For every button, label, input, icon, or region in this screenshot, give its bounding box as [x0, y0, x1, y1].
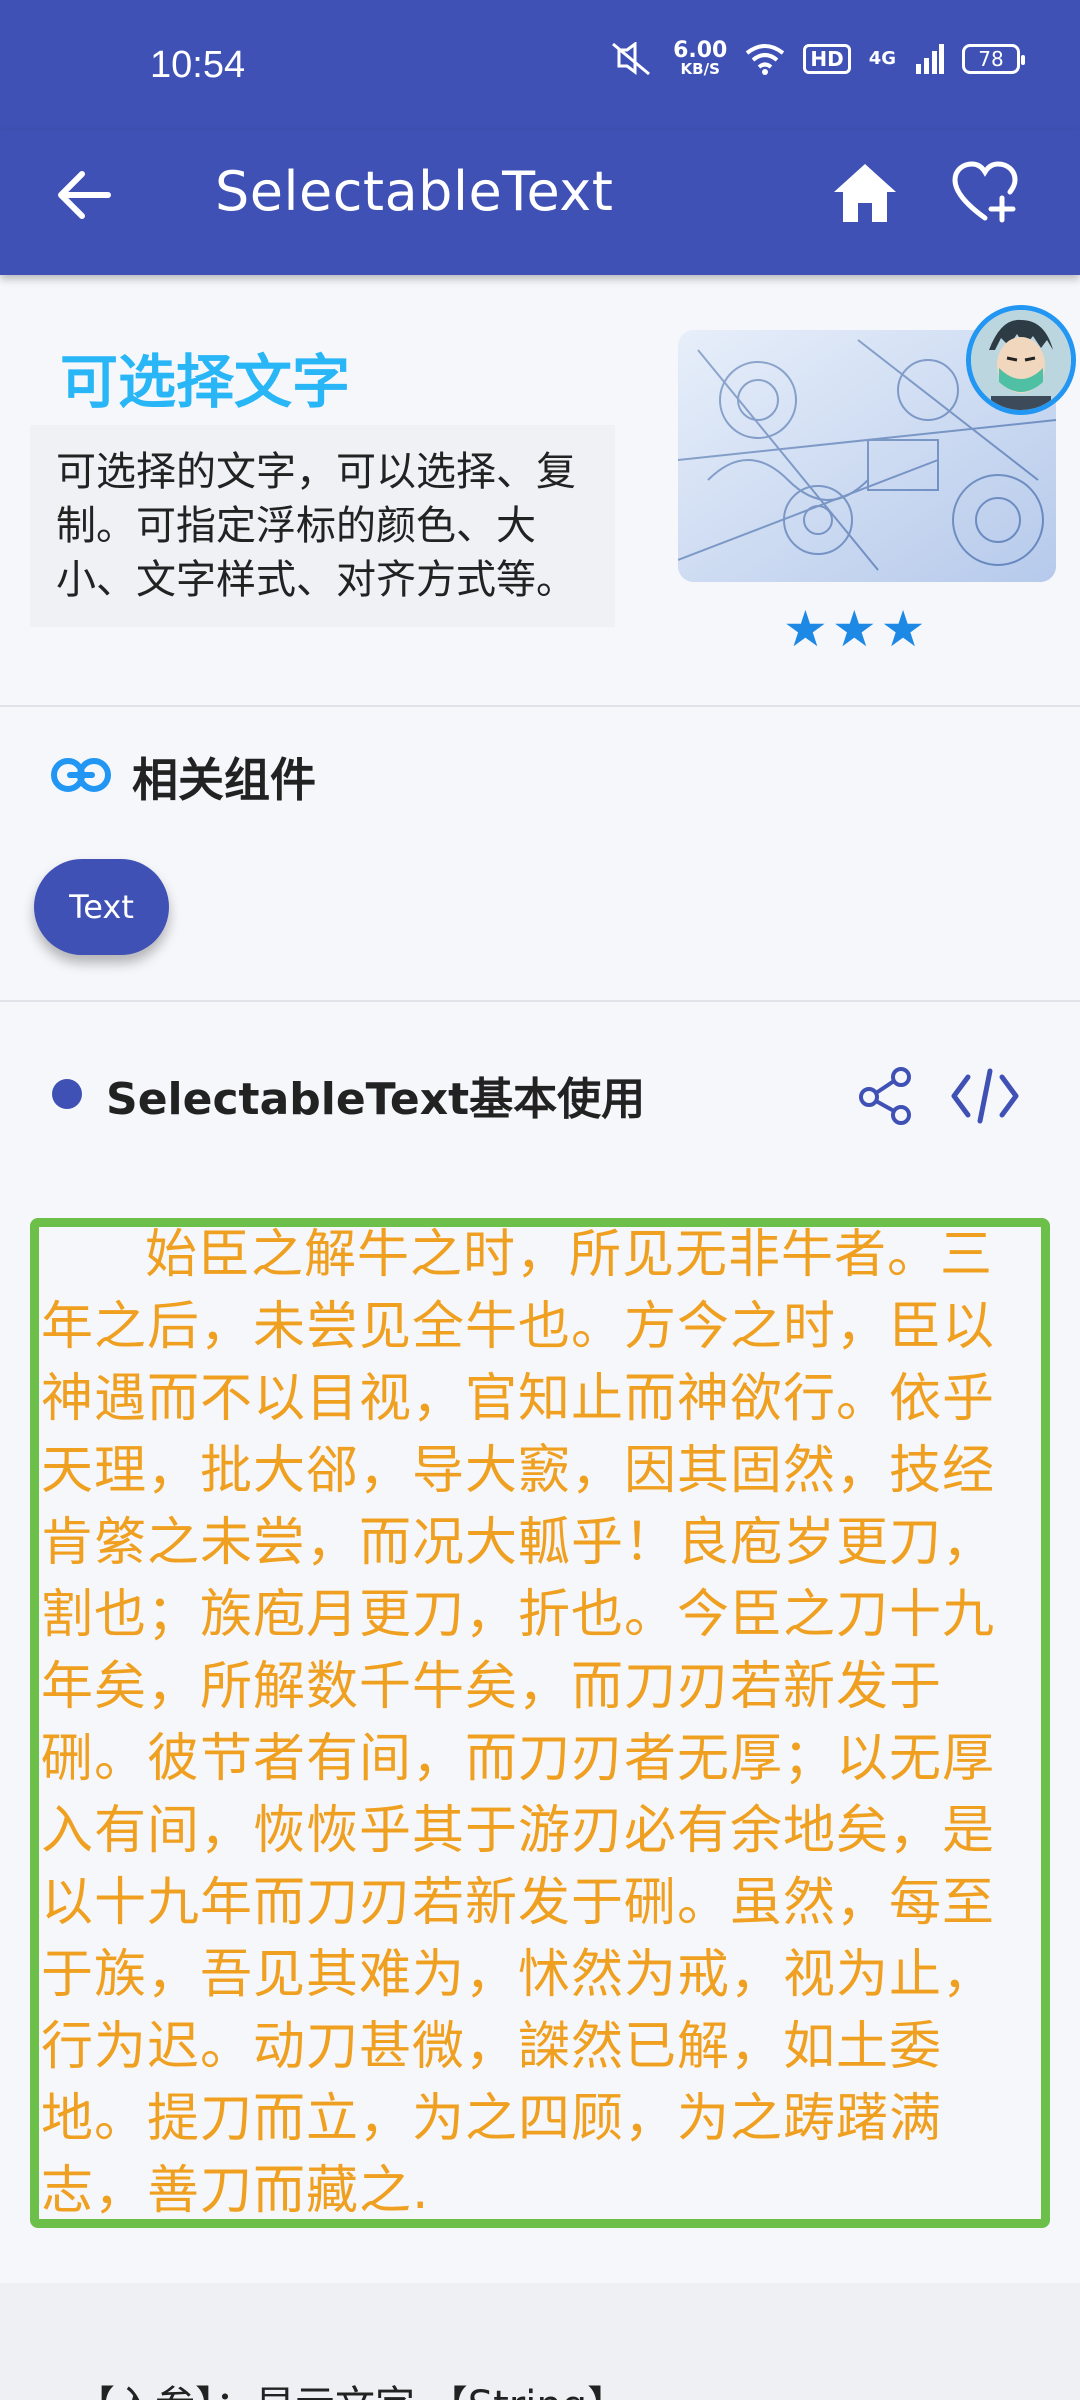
selectable-text-box[interactable]: 始臣之解牛之时，所见无非牛者。三年之后，未尝见全牛也。方今之时，臣以神遇而不以目… — [30, 1218, 1050, 2228]
favorite-add-icon[interactable] — [950, 158, 1020, 228]
status-icons: 6.00 KB/S HD 4G 78 — [609, 38, 1025, 78]
section-title: SelectableText基本使用 — [106, 1074, 646, 1125]
signal-icon — [916, 43, 944, 74]
status-time: 10:54 — [150, 44, 246, 86]
back-arrow-icon[interactable] — [50, 160, 120, 230]
status-bar: 10:54 6.00 KB/S HD 4G 78 — [0, 0, 1080, 130]
related-components: 相关组件 Text — [0, 707, 1080, 1002]
selectable-text[interactable]: 始臣之解牛之时，所见无非牛者。三年之后，未尝见全牛也。方今之时，臣以神遇而不以目… — [39, 1227, 1041, 2219]
widget-title: 可选择文字 — [60, 348, 351, 416]
mute-icon — [612, 41, 651, 75]
widget-intro: 可选择文字 可选择的文字，可以选择、复制。可指定浮标的颜色、大小、文字样式、对齐… — [0, 275, 1080, 705]
signal-label: 4G — [868, 48, 896, 69]
battery-indicator: 78 — [962, 43, 1025, 74]
related-title: 相关组件 — [132, 753, 316, 807]
link-icon — [51, 758, 111, 792]
home-icon[interactable] — [830, 158, 900, 228]
app-title: SelectableText — [215, 160, 614, 223]
demo-section: SelectableText基本使用 始臣之解牛之时，所见无非牛者。三年之后，未… — [0, 1003, 1080, 2400]
related-chip-text[interactable]: Text — [34, 859, 169, 955]
wifi-icon — [746, 43, 785, 75]
param-info: 【入参】：显示文字 【String】 — [75, 2373, 627, 2400]
share-icon[interactable] — [855, 1065, 917, 1127]
widget-description: 可选择的文字，可以选择、复制。可指定浮标的颜色、大小、文字样式、对齐方式等。 — [30, 425, 615, 627]
network-speed: 6.00 KB/S — [673, 38, 728, 78]
section-bullet — [52, 1079, 82, 1109]
hd-badge: HD — [803, 43, 851, 74]
divider — [0, 1000, 1080, 1002]
code-icon[interactable] — [950, 1065, 1020, 1127]
params-panel: 【入参】：显示文字 【String】 — [0, 2283, 1080, 2400]
rating-stars: ★★★ — [783, 600, 930, 658]
app-bar: SelectableText — [0, 130, 1080, 275]
author-avatar[interactable] — [966, 305, 1076, 415]
